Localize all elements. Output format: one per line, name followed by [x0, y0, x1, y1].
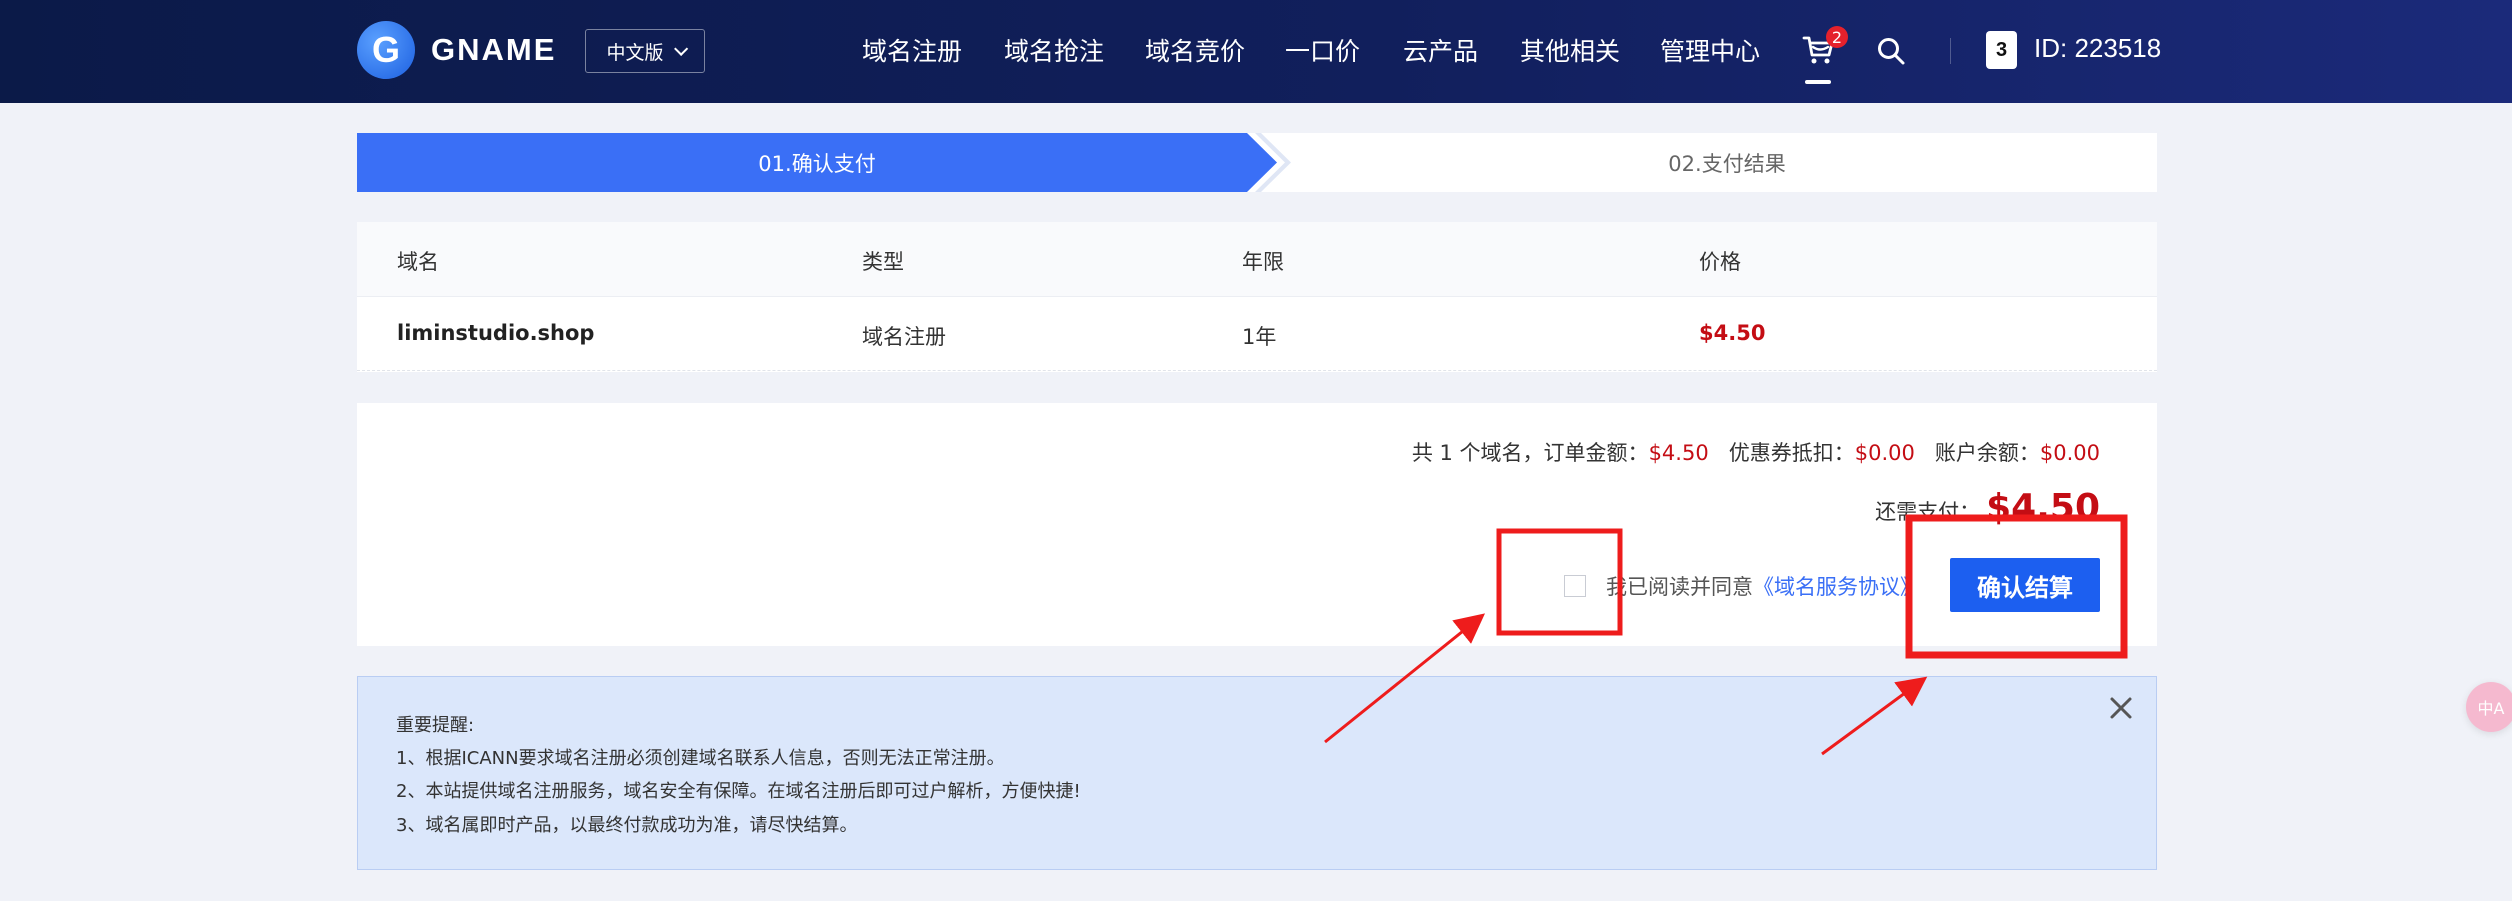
user-card-icon: 3 [1986, 31, 2017, 69]
notice-title: 重要提醒: [396, 715, 475, 736]
order-summary: 共 1 个域名，订单金额：$4.50 优惠券抵扣：$0.00 账户余额：$0.0… [357, 403, 2157, 646]
nav-fixed-price[interactable]: 一口价 [1285, 32, 1360, 72]
header-years: 年限 [1242, 250, 1284, 274]
important-notice: 重要提醒: 1、根据ICANN要求域名注册必须创建域名联系人信息，否则无法正常注… [357, 676, 2157, 870]
order-table: 域名 类型 年限 价格 liminstudio.shop 域名注册 1年 $4.… [357, 222, 2157, 372]
checkout-steps: 01.确认支付 02.支付结果 [357, 133, 2157, 192]
nav-domain-register[interactable]: 域名注册 [862, 32, 962, 72]
cart-count-badge: 2 [1826, 26, 1848, 48]
row-type: 域名注册 [862, 325, 946, 349]
logo[interactable]: G GNAME [357, 21, 556, 79]
step-payment-result: 02.支付结果 [1668, 151, 1786, 176]
amount-due: 还需支付： $4.50 [1875, 487, 2100, 528]
notice-line-3: 3、域名属即时产品，以最终付款成功为准，请尽快结算。 [396, 815, 858, 836]
nav-others[interactable]: 其他相关 [1520, 32, 1620, 72]
service-agreement-link[interactable]: 《域名服务协议》 [1753, 571, 1921, 601]
top-navbar: G GNAME 中文版 域名注册 域名抢注 域名竞价 一口价 云产品 其他相关 … [0, 0, 2512, 103]
close-icon[interactable] [2108, 695, 2134, 721]
balance-amount: $0.00 [2039, 441, 2100, 465]
row-divider [357, 370, 2157, 371]
row-years: 1年 [1242, 325, 1277, 349]
agreement-checkbox[interactable] [1564, 575, 1586, 597]
amount-due-label: 还需支付： [1875, 500, 1981, 524]
row-domain: liminstudio.shop [397, 321, 595, 345]
chevron-down-icon [673, 41, 688, 56]
amount-due-value: $4.50 [1986, 487, 2100, 528]
table-header: 域名 类型 年限 价格 [357, 222, 2157, 297]
confirm-checkout-button[interactable]: 确认结算 [1950, 558, 2100, 612]
agreement-row: 我已阅读并同意 《域名服务协议》 [1564, 571, 1921, 601]
step-confirm-payment: 01.确认支付 [357, 133, 1277, 192]
cart-active-indicator [1805, 80, 1831, 84]
language-label: 中文版 [606, 41, 664, 64]
balance-label: 账户余额： [1934, 441, 2040, 465]
translate-float-button[interactable]: 中A [2466, 682, 2512, 732]
header-domain: 域名 [397, 250, 439, 274]
order-amount: $4.50 [1648, 441, 1709, 465]
nav-cloud-products[interactable]: 云产品 [1403, 32, 1478, 72]
language-selector[interactable]: 中文版 [585, 29, 705, 73]
nav-management[interactable]: 管理中心 [1660, 32, 1760, 72]
notice-line-1: 1、根据ICANN要求域名注册必须创建域名联系人信息，否则无法正常注册。 [396, 748, 1005, 769]
user-id[interactable]: ID: 223518 [2034, 33, 2161, 64]
domain-count-label: 共 1 个域名，订单金额： [1411, 441, 1649, 465]
agreement-text: 我已阅读并同意 [1606, 575, 1753, 599]
summary-line: 共 1 个域名，订单金额：$4.50 优惠券抵扣：$0.00 账户余额：$0.0… [1412, 437, 2100, 467]
search-icon[interactable] [1876, 36, 1906, 66]
nav-domain-auction[interactable]: 域名竞价 [1145, 32, 1245, 72]
header-type: 类型 [862, 250, 904, 274]
coupon-amount: $0.00 [1854, 441, 1915, 465]
brand-name: GNAME [431, 32, 557, 67]
header-divider [1950, 38, 1951, 64]
coupon-label: 优惠券抵扣： [1728, 441, 1855, 465]
row-price: $4.50 [1699, 321, 1766, 345]
header-price: 价格 [1699, 250, 1741, 274]
nav-domain-snatch[interactable]: 域名抢注 [1004, 32, 1104, 72]
notice-line-2: 2、本站提供域名注册服务，域名安全有保障。在域名注册后即可过户解析，方便快捷! [396, 781, 1081, 802]
logo-mark: G [357, 21, 415, 79]
